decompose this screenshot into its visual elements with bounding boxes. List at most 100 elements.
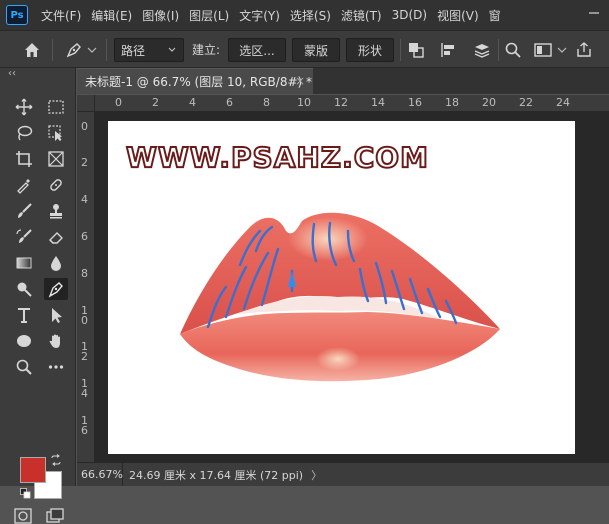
pen-tool-icon[interactable] <box>44 278 68 300</box>
watermark-text: WWW.PSAHZ.COM <box>125 140 429 175</box>
ruler-tick-label: 8 <box>263 96 270 109</box>
ruler-tick-label: 12 <box>334 96 348 109</box>
ruler-tick-label: 10 <box>297 96 311 109</box>
canvas-area[interactable]: WWW.PSAHZ.COM <box>95 112 609 462</box>
blur-tool-icon[interactable] <box>44 252 68 274</box>
object-select-tool-icon[interactable] <box>44 122 68 144</box>
dodge-tool-icon[interactable] <box>12 278 36 300</box>
ruler-tick-label: 20 <box>482 96 496 109</box>
shape-button[interactable]: 形状 <box>346 38 394 62</box>
chevron-down-icon[interactable] <box>86 40 98 60</box>
foreground-color-swatch[interactable] <box>20 457 46 483</box>
ruler-tick-label: 0 <box>115 96 122 109</box>
collapse-toolbar-icon[interactable]: ‹‹ <box>8 68 16 79</box>
share-icon[interactable] <box>574 40 594 60</box>
chevron-down-icon[interactable] <box>556 40 568 60</box>
ruler-origin[interactable] <box>77 95 95 112</box>
ruler-tick-label: 14 <box>81 377 88 400</box>
ruler-tick-label: 4 <box>81 193 88 206</box>
ruler-tick-label: 6 <box>226 96 233 109</box>
more-tools-icon[interactable] <box>44 356 68 378</box>
vertical-ruler[interactable]: 0 2 4 6 8 10 12 14 16 <box>77 112 95 462</box>
ruler-tick-label: 4 <box>189 96 196 109</box>
menu-edit[interactable]: 编辑(E) <box>86 7 137 24</box>
divider <box>498 39 499 61</box>
menu-window[interactable]: 窗 <box>484 7 506 24</box>
path-select-tool-icon[interactable] <box>44 304 68 326</box>
search-icon[interactable] <box>503 40 523 60</box>
history-brush-tool-icon[interactable] <box>12 226 36 248</box>
document-tab-bar: 未标题-1 @ 66.7% (图层 10, RGB/8#) * × <box>77 68 609 94</box>
default-colors-icon[interactable] <box>20 488 31 499</box>
swap-colors-icon[interactable] <box>50 454 62 466</box>
hand-tool-icon[interactable] <box>44 330 68 352</box>
minimize-icon[interactable] <box>587 6 601 20</box>
divider <box>52 39 53 61</box>
pen-tool-preset-icon[interactable] <box>64 40 84 60</box>
tools-panel: ‹‹ <box>0 68 76 524</box>
ruler-tick-label: 12 <box>81 340 88 363</box>
marquee-tool-icon[interactable] <box>44 96 68 118</box>
mode-select[interactable]: 路径 <box>114 38 184 62</box>
ellipse-tool-icon[interactable] <box>12 330 36 352</box>
gradient-tool-icon[interactable] <box>12 252 36 274</box>
clone-stamp-tool-icon[interactable] <box>44 200 68 222</box>
ruler-tick-label: 2 <box>152 96 159 109</box>
horizontal-ruler[interactable]: 0 2 4 6 8 10 12 14 16 18 20 22 24 <box>95 95 609 112</box>
menu-type[interactable]: 文字(Y) <box>234 7 285 24</box>
zoom-tool-icon[interactable] <box>12 356 36 378</box>
brush-tool-icon[interactable] <box>12 200 36 222</box>
path-operations-icon[interactable] <box>406 40 426 60</box>
home-icon[interactable] <box>22 40 42 60</box>
menu-filter[interactable]: 滤镜(T) <box>336 7 387 24</box>
quick-mask-icon[interactable] <box>14 508 32 524</box>
build-label: 建立: <box>192 43 221 57</box>
frame-tool-icon[interactable] <box>44 148 68 170</box>
options-bar: 路径 建立: 选区... 蒙版 形状 <box>0 30 609 68</box>
selection-button[interactable]: 选区... <box>228 38 286 62</box>
ruler-tick-label: 18 <box>445 96 459 109</box>
ruler-tick-label: 22 <box>519 96 533 109</box>
path-alignment-icon[interactable] <box>438 40 458 60</box>
ruler-tick-label: 24 <box>556 96 570 109</box>
ruler-tick-label: 14 <box>371 96 385 109</box>
status-menu-icon[interactable]: 〉 <box>303 467 322 483</box>
menu-file[interactable]: 文件(F) <box>36 7 86 24</box>
workspace-icon[interactable] <box>533 40 553 60</box>
menu-view[interactable]: 视图(V) <box>432 7 484 24</box>
screen-mode-icon[interactable] <box>46 508 64 524</box>
ruler-tick-label: 6 <box>81 230 88 243</box>
move-tool-icon[interactable] <box>12 96 36 118</box>
ruler-tick-label: 10 <box>81 304 88 327</box>
chevron-down-icon <box>168 47 176 52</box>
divider <box>400 39 401 61</box>
photoshop-logo: Ps <box>6 5 28 25</box>
document-tab-title: 未标题-1 @ 66.7% (图层 10, RGB/8#) * <box>85 75 313 89</box>
menu-select[interactable]: 选择(S) <box>285 7 336 24</box>
mask-button[interactable]: 蒙版 <box>292 38 340 62</box>
lasso-tool-icon[interactable] <box>12 122 36 144</box>
ruler-tick-label: 16 <box>408 96 422 109</box>
status-bar: 66.67% 24.69 厘米 x 17.64 厘米 (72 ppi) 〉 <box>77 462 609 486</box>
close-document-icon[interactable]: × <box>295 74 305 88</box>
ruler-tick-label: 2 <box>81 156 88 169</box>
type-tool-icon[interactable] <box>12 304 36 326</box>
menu-3d[interactable]: 3D(D) <box>387 8 432 22</box>
ruler-tick-label: 8 <box>81 267 88 280</box>
document-tab[interactable]: 未标题-1 @ 66.7% (图层 10, RGB/8#) * × <box>77 68 313 94</box>
menu-image[interactable]: 图像(I) <box>137 7 184 24</box>
zoom-level[interactable]: 66.67% <box>77 463 123 486</box>
healing-brush-tool-icon[interactable] <box>44 174 68 196</box>
eraser-tool-icon[interactable] <box>44 226 68 248</box>
menu-bar: Ps 文件(F) 编辑(E) 图像(I) 图层(L) 文字(Y) 选择(S) 滤… <box>0 0 609 30</box>
menu-layer[interactable]: 图层(L) <box>184 7 234 24</box>
eyedropper-tool-icon[interactable] <box>12 174 36 196</box>
crop-tool-icon[interactable] <box>12 148 36 170</box>
divider <box>106 39 107 61</box>
lips-artwork <box>180 212 500 382</box>
ruler-tick-label: 16 <box>81 414 88 437</box>
path-arrangement-icon[interactable] <box>472 40 492 60</box>
document-canvas[interactable]: WWW.PSAHZ.COM <box>108 121 575 454</box>
mode-select-value: 路径 <box>121 43 146 58</box>
document-info: 24.69 厘米 x 17.64 厘米 (72 ppi) <box>129 468 304 482</box>
